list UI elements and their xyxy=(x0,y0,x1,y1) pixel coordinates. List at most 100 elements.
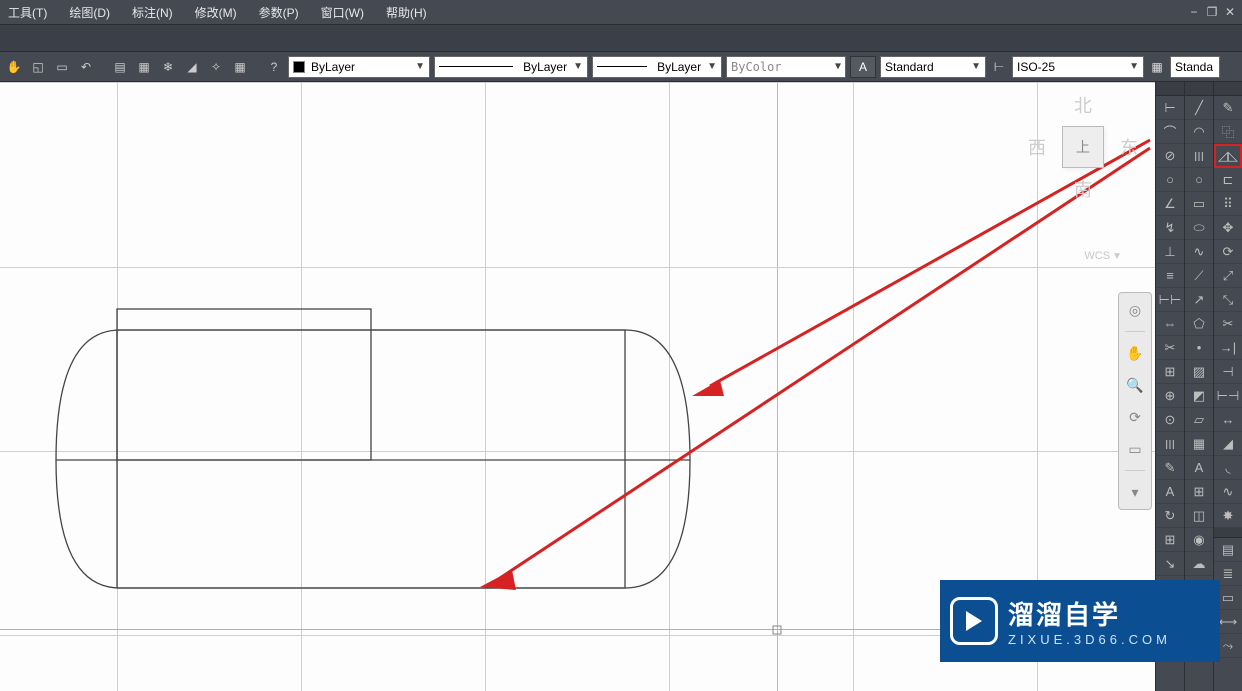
showmotion-icon[interactable]: ▭ xyxy=(1124,438,1146,460)
copy-icon[interactable]: ⿻ xyxy=(1214,120,1242,144)
fillet-icon[interactable]: ◟ xyxy=(1214,456,1242,480)
mleader-icon[interactable]: ↘ xyxy=(1156,552,1184,576)
move-icon[interactable]: ✥ xyxy=(1214,216,1242,240)
spline-icon[interactable]: ∿ xyxy=(1185,240,1213,264)
pan-icon[interactable]: ✋ xyxy=(4,57,24,77)
zoom-previous-icon[interactable]: ↶ xyxy=(76,57,96,77)
dimension-break-icon[interactable]: ✂ xyxy=(1156,336,1184,360)
menu-annotate[interactable]: 标注(N) xyxy=(128,2,177,23)
rotate-icon[interactable]: ⟳ xyxy=(1214,240,1242,264)
lineweight-dropdown[interactable]: ByLayer ▼ xyxy=(592,56,722,78)
point-icon[interactable]: • xyxy=(1185,336,1213,360)
close-button[interactable]: ✕ xyxy=(1222,5,1238,19)
centermark-icon[interactable]: ⊕ xyxy=(1156,384,1184,408)
array-icon[interactable]: ⠿ xyxy=(1214,192,1242,216)
dimstyle-dropdown[interactable]: ISO-25 ▼ xyxy=(1012,56,1144,78)
dimension-linear-icon[interactable]: ⊢ xyxy=(1156,96,1184,120)
tablestyle-icon[interactable]: ▦ xyxy=(1148,56,1166,78)
dimension-arc-icon[interactable]: ⌒ xyxy=(1156,120,1184,144)
pan-tool-icon[interactable]: ✋ xyxy=(1124,342,1146,364)
zoom-window-icon[interactable]: ▭ xyxy=(52,57,72,77)
viewcube-east[interactable]: 东 xyxy=(1120,134,1138,160)
gradient-icon[interactable]: ◩ xyxy=(1185,384,1213,408)
layer-off-icon[interactable]: ✧ xyxy=(206,57,226,77)
linetype-dropdown[interactable]: ByLayer ▼ xyxy=(434,56,588,78)
calculator-icon[interactable]: ▦ xyxy=(230,57,250,77)
blend-icon[interactable]: ∿ xyxy=(1214,480,1242,504)
viewcube-west[interactable]: 西 xyxy=(1028,134,1046,160)
coord-system-dropdown[interactable]: WCS▼ xyxy=(1084,250,1122,262)
dimension-angular-icon[interactable]: ∠ xyxy=(1156,192,1184,216)
plotstyle-dropdown[interactable]: ByColor ▼ xyxy=(726,56,846,78)
dimension-diameter-icon[interactable]: ○ xyxy=(1156,168,1184,192)
explode-icon[interactable]: ✸ xyxy=(1214,504,1242,528)
layer-freeze-icon[interactable]: ❄ xyxy=(158,57,178,77)
donut-icon[interactable]: ◉ xyxy=(1185,528,1213,552)
layer-dropdown[interactable]: ByLayer ▼ xyxy=(288,56,430,78)
textstyle-icon[interactable]: A xyxy=(850,56,876,78)
dimension-textedit-icon[interactable]: A xyxy=(1156,480,1184,504)
erase-icon[interactable]: ✎ xyxy=(1214,96,1242,120)
dimstyle-icon[interactable]: ⊢ xyxy=(990,56,1008,78)
polyline-icon[interactable]: Ⲽ xyxy=(1185,144,1213,168)
drawing-area[interactable]: 北 南 东 西 上 WCS▼ ◎ ✋ 🔍 ⟳ ▭ ▾ ⊢ ⌒ ⊘ ○ ∠ ↯ ⊥… xyxy=(0,82,1242,691)
dimension-jogline-icon[interactable]: Ⲽ xyxy=(1156,432,1184,456)
menu-help[interactable]: 帮助(H) xyxy=(382,2,431,23)
menu-param[interactable]: 参数(P) xyxy=(255,2,303,23)
steering-wheel-icon[interactable]: ◎ xyxy=(1124,299,1146,321)
break-icon[interactable]: ⊢⊣ xyxy=(1214,384,1242,408)
navbar-expand-icon[interactable]: ▾ xyxy=(1124,481,1146,503)
tablestyle-dropdown[interactable]: Standa xyxy=(1170,56,1220,78)
layer-lock-icon[interactable]: ◢ xyxy=(182,57,202,77)
block-create-icon[interactable]: ◫ xyxy=(1185,504,1213,528)
arc-icon[interactable]: ◠ xyxy=(1185,120,1213,144)
viewcube-top-face[interactable]: 上 xyxy=(1062,126,1104,168)
draworder-icon[interactable]: ▤ xyxy=(1214,538,1242,562)
textstyle-dropdown[interactable]: Standard ▼ xyxy=(880,56,986,78)
dimension-continue-icon[interactable]: ⊢⊢ xyxy=(1156,288,1184,312)
menu-window[interactable]: 窗口(W) xyxy=(317,2,368,23)
xline-icon[interactable]: ⟋ xyxy=(1185,264,1213,288)
trim-icon[interactable]: ✂ xyxy=(1214,312,1242,336)
restore-button[interactable]: ❐ xyxy=(1204,5,1220,19)
join-icon[interactable]: ↔ xyxy=(1214,408,1242,432)
dimension-inspect-icon[interactable]: ⊙ xyxy=(1156,408,1184,432)
zoom-extents-icon[interactable]: ◱ xyxy=(28,57,48,77)
polygon-icon[interactable]: ⬠ xyxy=(1185,312,1213,336)
viewcube-north[interactable]: 北 xyxy=(1074,92,1092,118)
zoom-tool-icon[interactable]: 🔍 xyxy=(1124,374,1146,396)
dimension-radius-icon[interactable]: ⊘ xyxy=(1156,144,1184,168)
dimension-edit-icon[interactable]: ✎ xyxy=(1156,456,1184,480)
chamfer-icon[interactable]: ◢ xyxy=(1214,432,1242,456)
rectangle-icon[interactable]: ▭ xyxy=(1185,192,1213,216)
mirror-icon[interactable]: ◿◺ xyxy=(1214,144,1242,168)
region-icon[interactable]: ▱ xyxy=(1185,408,1213,432)
ellipse-icon[interactable]: ⬭ xyxy=(1185,216,1213,240)
ray-icon[interactable]: ↗ xyxy=(1185,288,1213,312)
dimension-jogged-icon[interactable]: ↯ xyxy=(1156,216,1184,240)
circle-icon[interactable]: ○ xyxy=(1185,168,1213,192)
minimize-button[interactable]: − xyxy=(1186,5,1202,19)
mtext-icon[interactable]: A xyxy=(1185,456,1213,480)
stretch-icon[interactable]: ⤡ xyxy=(1214,288,1242,312)
dimstyle-icon[interactable]: ⊞ xyxy=(1156,528,1184,552)
menu-tool[interactable]: 工具(T) xyxy=(4,2,51,23)
menu-draw[interactable]: 绘图(D) xyxy=(65,2,114,23)
block-insert-icon[interactable]: ⊞ xyxy=(1185,480,1213,504)
line-icon[interactable]: ╱ xyxy=(1185,96,1213,120)
dimension-spacing-icon[interactable]: ⇔ xyxy=(1156,312,1184,336)
orbit-tool-icon[interactable]: ⟳ xyxy=(1124,406,1146,428)
dimension-update-icon[interactable]: ↻ xyxy=(1156,504,1184,528)
tolerance-icon[interactable]: ⊞ xyxy=(1156,360,1184,384)
menu-modify[interactable]: 修改(M) xyxy=(191,2,241,23)
hatch-icon[interactable]: ▨ xyxy=(1185,360,1213,384)
revcloud-icon[interactable]: ☁ xyxy=(1185,552,1213,576)
table-icon[interactable]: ▦ xyxy=(1185,432,1213,456)
help-icon[interactable]: ? xyxy=(264,57,284,77)
dimension-ordinate-icon[interactable]: ⊥ xyxy=(1156,240,1184,264)
dimension-baseline-icon[interactable]: ≡ xyxy=(1156,264,1184,288)
viewcube[interactable]: 北 南 东 西 上 xyxy=(1028,92,1138,202)
offset-icon[interactable]: ⊏ xyxy=(1214,168,1242,192)
layer-states-icon[interactable]: ▦ xyxy=(134,57,154,77)
extend-icon[interactable]: →| xyxy=(1214,336,1242,360)
